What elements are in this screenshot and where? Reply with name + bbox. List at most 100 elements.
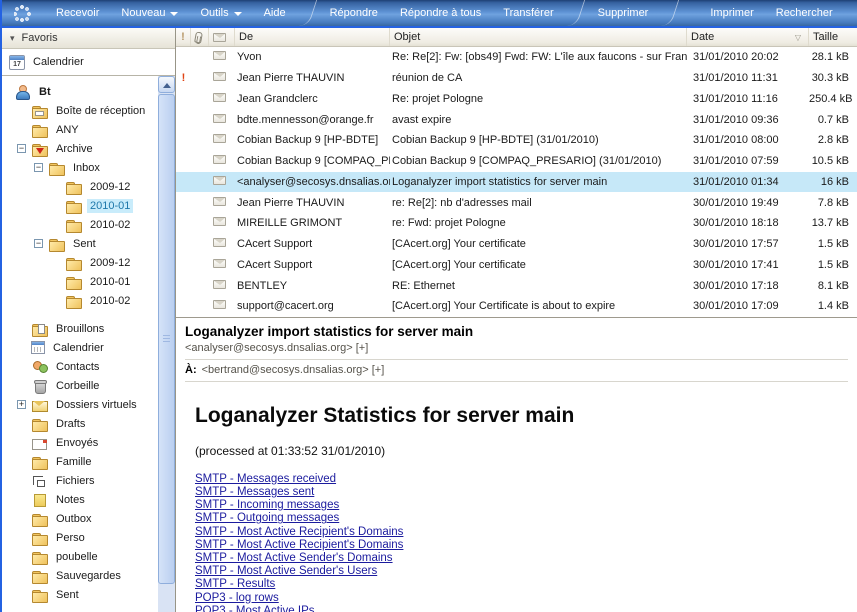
email-row[interactable]: !Jean Pierre THAUVINréunion de CA31/01/2… <box>176 68 857 89</box>
archive-folder-icon <box>31 142 48 156</box>
email-row[interactable]: Jean GrandclercRe: projet Pologne31/01/2… <box>176 89 857 110</box>
tree-item-inbox[interactable]: Boîte de réception <box>2 101 158 120</box>
tree-item-sauvegardes[interactable]: Sauvegardes <box>2 566 158 585</box>
email-date: 30/01/2010 17:09 <box>687 300 809 312</box>
tree-item-2010-02[interactable]: 2010-02 <box>2 215 158 234</box>
email-row[interactable]: Jean Pierre THAUVINre: Re[2]: nb d'adres… <box>176 192 857 213</box>
delete-button[interactable]: Supprimer <box>587 0 660 26</box>
email-from: Jean Grandclerc <box>235 93 390 105</box>
folder-icon <box>65 256 82 270</box>
tree-item-drafts[interactable]: Drafts <box>2 414 158 433</box>
tree-item-sent-mail[interactable]: Envoyés <box>2 433 158 452</box>
calendar-icon <box>31 341 45 354</box>
tree-item-notes[interactable]: Notes <box>2 490 158 509</box>
tree-item-2009-12[interactable]: 2009-12 <box>2 177 158 196</box>
favorite-item-calendar[interactable]: 17 Calendrier <box>2 49 175 76</box>
tree-item-any[interactable]: ANY <box>2 120 158 139</box>
email-from: Yvon <box>235 51 390 63</box>
tree-item-sent-2009-12[interactable]: 2009-12 <box>2 253 158 272</box>
priority-high-icon: ! <box>176 72 191 84</box>
sort-descending-icon: ▽ <box>795 33 801 42</box>
envelope-icon <box>213 33 226 42</box>
email-subject: Loganalyzer import statistics for server… <box>390 176 687 188</box>
tree-item-outbox[interactable]: Outbox <box>2 509 158 528</box>
tree-item-sent2[interactable]: Sent <box>2 585 158 604</box>
collapse-minus-icon[interactable]: − <box>34 239 43 248</box>
email-row[interactable]: YvonRe: Re[2]: Fw: [obs49] Fwd: FW: L'îl… <box>176 47 857 68</box>
email-row[interactable]: Cobian Backup 9 [COMPAQ_PRESARIO]Cobian … <box>176 151 857 172</box>
link-smtp-recipients-domains-1[interactable]: SMTP - Most Active Recipient's Domains <box>195 526 403 539</box>
link-pop3-log-rows[interactable]: POP3 - log rows <box>195 592 279 605</box>
to-label: À: <box>185 364 197 376</box>
link-smtp-outgoing[interactable]: SMTP - Outgoing messages <box>195 512 339 525</box>
tree-item-sent-2010-01[interactable]: 2010-01 <box>2 272 158 291</box>
collapse-minus-icon[interactable]: − <box>34 163 43 172</box>
folder-icon <box>31 569 48 583</box>
email-from: Cobian Backup 9 [HP-BDTE] <box>235 134 390 146</box>
link-smtp-senders-domains[interactable]: SMTP - Most Active Sender's Domains <box>195 552 393 565</box>
email-subject: [CAcert.org] Your certificate <box>390 259 687 271</box>
scroll-up-button[interactable] <box>158 76 175 93</box>
favorites-header[interactable]: ▾ Favoris <box>2 28 175 49</box>
subject-column-header[interactable]: Objet <box>390 28 687 46</box>
help-button[interactable]: Aide <box>253 0 297 26</box>
files-icon <box>31 474 48 488</box>
tree-item-drafts-fr[interactable]: Brouillons <box>2 319 158 338</box>
link-pop3-most-active-ips[interactable]: POP3 - Most Active IPs <box>195 605 315 612</box>
expand-plus-icon[interactable]: + <box>17 400 26 409</box>
link-smtp-messages-received[interactable]: SMTP - Messages received <box>195 473 336 486</box>
email-row[interactable]: CAcert Support[CAcert.org] Your certific… <box>176 255 857 276</box>
link-smtp-recipients-domains-2[interactable]: SMTP - Most Active Recipient's Domains <box>195 539 403 552</box>
size-column-header[interactable]: Taille <box>809 28 857 46</box>
email-from: CAcert Support <box>235 259 390 271</box>
main-toolbar: Recevoir Nouveau Outils Aide Répondre Ré… <box>2 0 857 26</box>
email-row[interactable]: MIREILLE GRIMONTre: Fwd: projet Pologne3… <box>176 213 857 234</box>
email-row[interactable]: BENTLEYRE: Ethernet30/01/2010 17:188.1 k… <box>176 275 857 296</box>
email-row[interactable]: CAcert Support[CAcert.org] Your certific… <box>176 234 857 255</box>
tree-item-archive-sent[interactable]: −Sent <box>2 234 158 253</box>
receive-button[interactable]: Recevoir <box>45 0 110 26</box>
link-smtp-senders-users[interactable]: SMTP - Most Active Sender's Users <box>195 565 377 578</box>
email-row-selected[interactable]: <analyser@secosys.dnsalias.org>Loganalyz… <box>176 172 857 193</box>
date-column-header[interactable]: Date▽ <box>687 28 809 46</box>
tree-item-perso[interactable]: Perso <box>2 528 158 547</box>
email-row[interactable]: Cobian Backup 9 [HP-BDTE]Cobian Backup 9… <box>176 130 857 151</box>
attachment-column-header[interactable] <box>191 28 209 46</box>
tree-item-archive-inbox[interactable]: −Inbox <box>2 158 158 177</box>
link-smtp-results[interactable]: SMTP - Results <box>195 578 275 591</box>
status-column-header[interactable] <box>209 28 235 46</box>
email-row[interactable]: support@cacert.org[CAcert.org] Your Cert… <box>176 296 857 317</box>
search-button[interactable]: Rechercher <box>765 0 844 26</box>
tree-item-archive[interactable]: −Archive <box>2 139 158 158</box>
link-smtp-incoming[interactable]: SMTP - Incoming messages <box>195 499 339 512</box>
print-button[interactable]: Imprimer <box>699 0 764 26</box>
folder-icon <box>31 123 48 137</box>
tools-button[interactable]: Outils <box>189 0 252 26</box>
tree-item-famille[interactable]: Famille <box>2 452 158 471</box>
link-smtp-messages-sent[interactable]: SMTP - Messages sent <box>195 486 314 499</box>
tree-scrollbar[interactable] <box>158 76 175 612</box>
tree-item-2010-01-selected[interactable]: 2010-01 <box>2 196 158 215</box>
tree-item-calendar[interactable]: Calendrier <box>2 338 158 357</box>
tree-item-poubelle[interactable]: poubelle <box>2 547 158 566</box>
new-message-button[interactable]: Nouveau <box>110 0 189 26</box>
tree-item-trash[interactable]: Corbeille <box>2 376 158 395</box>
email-row[interactable]: bdte.mennesson@orange.fravast expire31/0… <box>176 109 857 130</box>
tree-item-sent-2010-02[interactable]: 2010-02 <box>2 291 158 310</box>
from-column-header[interactable]: De <box>235 28 390 46</box>
email-from: support@cacert.org <box>235 300 390 312</box>
folder-icon <box>65 294 82 308</box>
tree-item-account-bt[interactable]: Bt <box>2 82 158 101</box>
paperclip-icon <box>194 31 203 43</box>
tree-item-fichiers[interactable]: Fichiers <box>2 471 158 490</box>
tree-item-virtual-folders[interactable]: +Dossiers virtuels <box>2 395 158 414</box>
email-date: 30/01/2010 17:41 <box>687 259 809 271</box>
forward-button[interactable]: Transférer <box>492 0 564 26</box>
reply-button[interactable]: Répondre <box>319 0 389 26</box>
tree-item-contacts[interactable]: Contacts <box>2 357 158 376</box>
scrollbar-thumb[interactable] <box>158 94 175 584</box>
trash-icon <box>31 379 48 393</box>
reply-all-button[interactable]: Répondre à tous <box>389 0 492 26</box>
collapse-minus-icon[interactable]: − <box>17 144 26 153</box>
priority-column-header[interactable]: ! <box>176 28 191 46</box>
